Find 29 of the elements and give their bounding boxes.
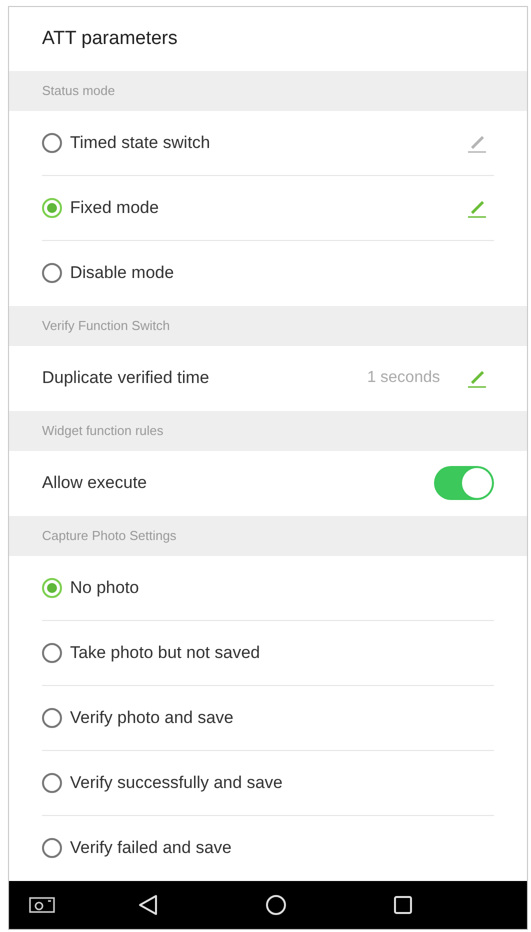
option-label[interactable]: Verify photo and save xyxy=(70,704,488,730)
section-title: Widget function rules xyxy=(42,422,164,440)
radio-button[interactable] xyxy=(42,132,62,153)
section-title: Verify Function Switch xyxy=(42,316,170,335)
page-title: ATT parameters xyxy=(42,26,178,51)
setting-value: 1 seconds xyxy=(367,368,440,388)
setting-label: Duplicate verified time xyxy=(42,367,210,390)
radio-button[interactable] xyxy=(42,708,62,728)
radio-button[interactable] xyxy=(42,263,62,284)
toggle-switch[interactable] xyxy=(434,466,494,500)
option-label[interactable]: Verify failed and save xyxy=(70,835,488,861)
back-icon[interactable] xyxy=(138,894,158,916)
home-icon[interactable] xyxy=(265,894,287,916)
option-label[interactable]: Take photo but not saved xyxy=(70,640,488,666)
radio-button[interactable] xyxy=(42,772,62,793)
radio-button[interactable] xyxy=(42,578,62,598)
recents-icon[interactable] xyxy=(393,894,413,915)
section-title: Status mode xyxy=(42,82,115,100)
radio-button[interactable] xyxy=(42,198,62,218)
option-label[interactable]: Verify successfully and save xyxy=(70,770,488,796)
option-label[interactable]: No photo xyxy=(70,574,488,600)
radio-button[interactable] xyxy=(42,838,62,858)
option-label[interactable]: Disable mode xyxy=(70,260,488,286)
option-label[interactable]: Timed state switch xyxy=(70,130,466,156)
section-title: Capture Photo Settings xyxy=(42,526,176,545)
setting-label: Allow execute xyxy=(42,472,148,494)
radio-button[interactable] xyxy=(42,642,62,663)
screenshot-icon[interactable] xyxy=(29,896,55,914)
option-label[interactable]: Fixed mode xyxy=(70,194,466,220)
